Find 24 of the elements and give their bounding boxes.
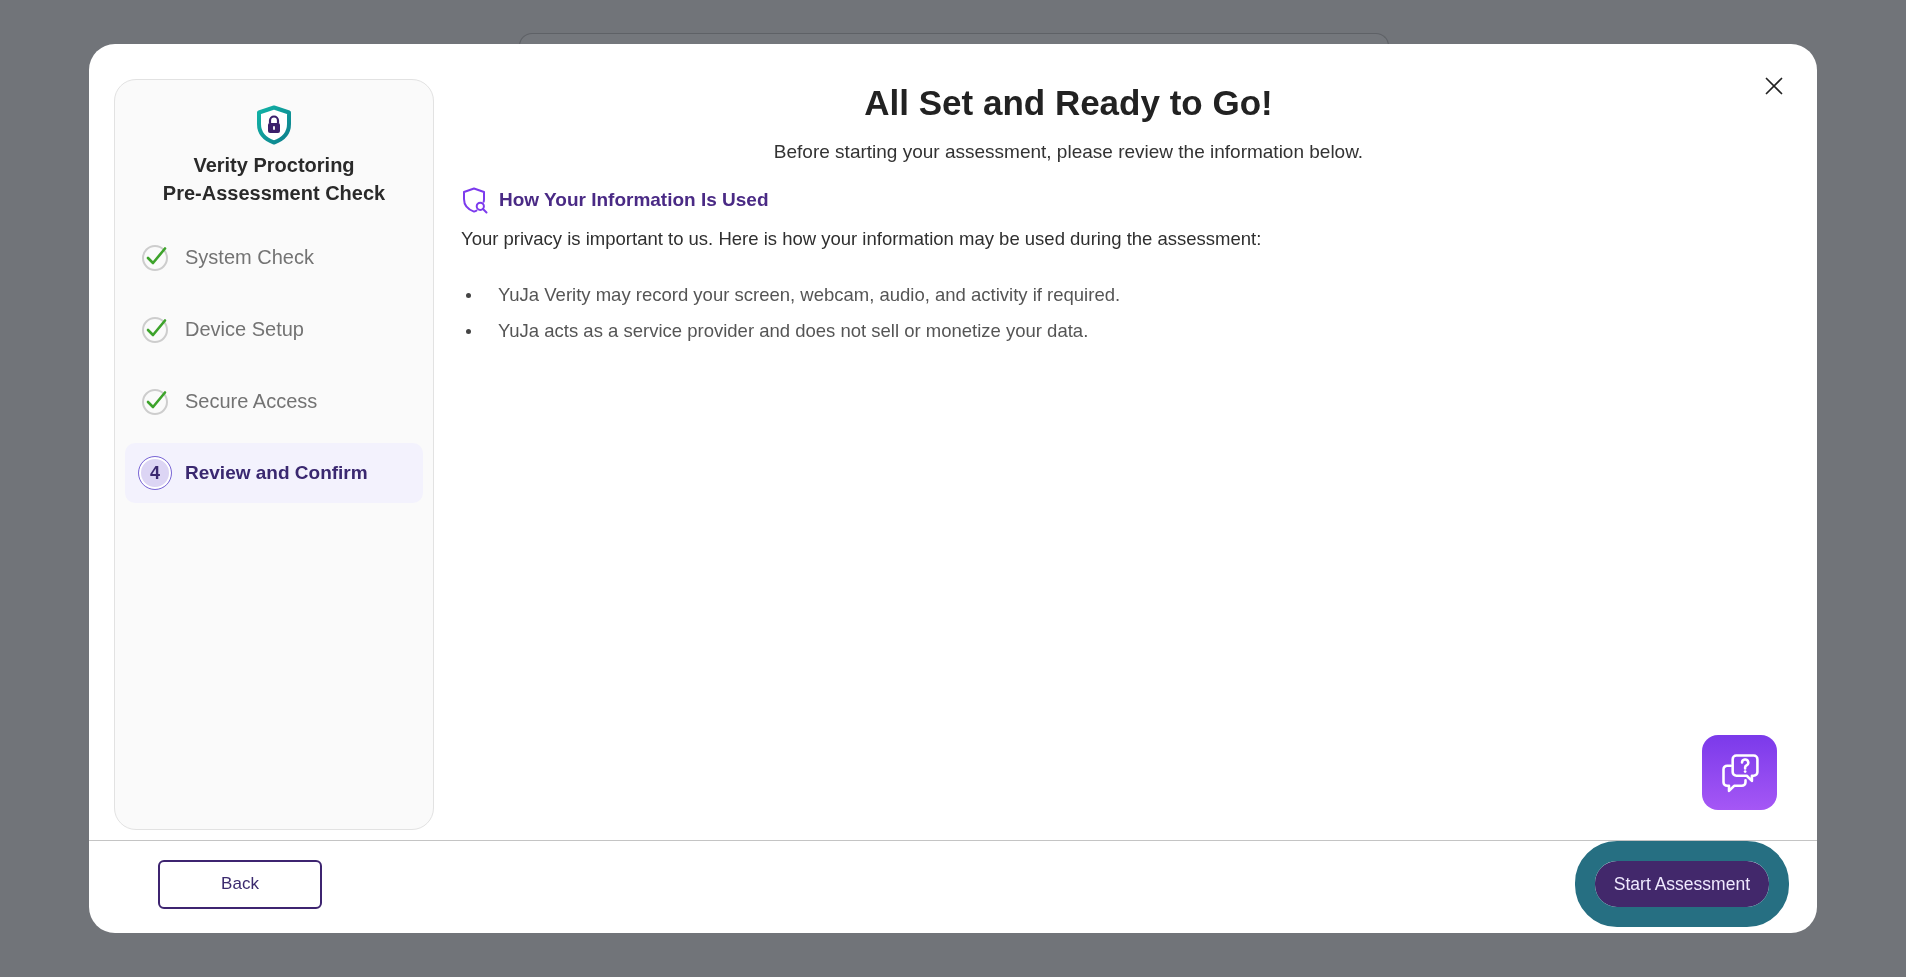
bullet-text: YuJa acts as a service provider and does not sell or monetize your data. [498, 319, 1089, 343]
back-button[interactable]: Back [158, 859, 322, 909]
step-label: Secure Access [185, 389, 318, 413]
help-button[interactable] [1702, 735, 1777, 810]
shield-search-icon [461, 186, 489, 214]
step-item[interactable]: Secure Access [125, 371, 423, 431]
start-assessment-button[interactable]: Start Assessment [1574, 841, 1789, 927]
dialog-subtitle: Before starting your assessment, please review the information below. [772, 140, 1365, 164]
bullet-icon [466, 292, 471, 298]
bullet-text: YuJa Verity may record your screen, webcam, audio, and activity if required. [498, 283, 1121, 307]
sidebar-title: Verity Proctoring Pre-Assessment Check [162, 153, 386, 206]
step-label: Device Setup [185, 317, 304, 341]
step-item[interactable]: Device Setup [125, 299, 423, 359]
section-heading: How Your Information Is Used [499, 189, 769, 211]
step-item[interactable]: System Check [125, 227, 423, 287]
shield-lock-icon [256, 105, 292, 145]
intro-paragraph: Your privacy is important to us. Here is how your information may be used during the assessment: [461, 227, 1263, 251]
step-number: 4 [138, 456, 172, 490]
close-icon[interactable] [1765, 77, 1783, 95]
dialog-title: All Set and Ready to Go! [863, 82, 1274, 124]
step-label: System Check [185, 245, 314, 269]
step-label: Review and Confirm [185, 462, 368, 484]
bullet-icon [466, 328, 471, 334]
step-item[interactable]: 4 Review and Confirm [125, 443, 423, 503]
